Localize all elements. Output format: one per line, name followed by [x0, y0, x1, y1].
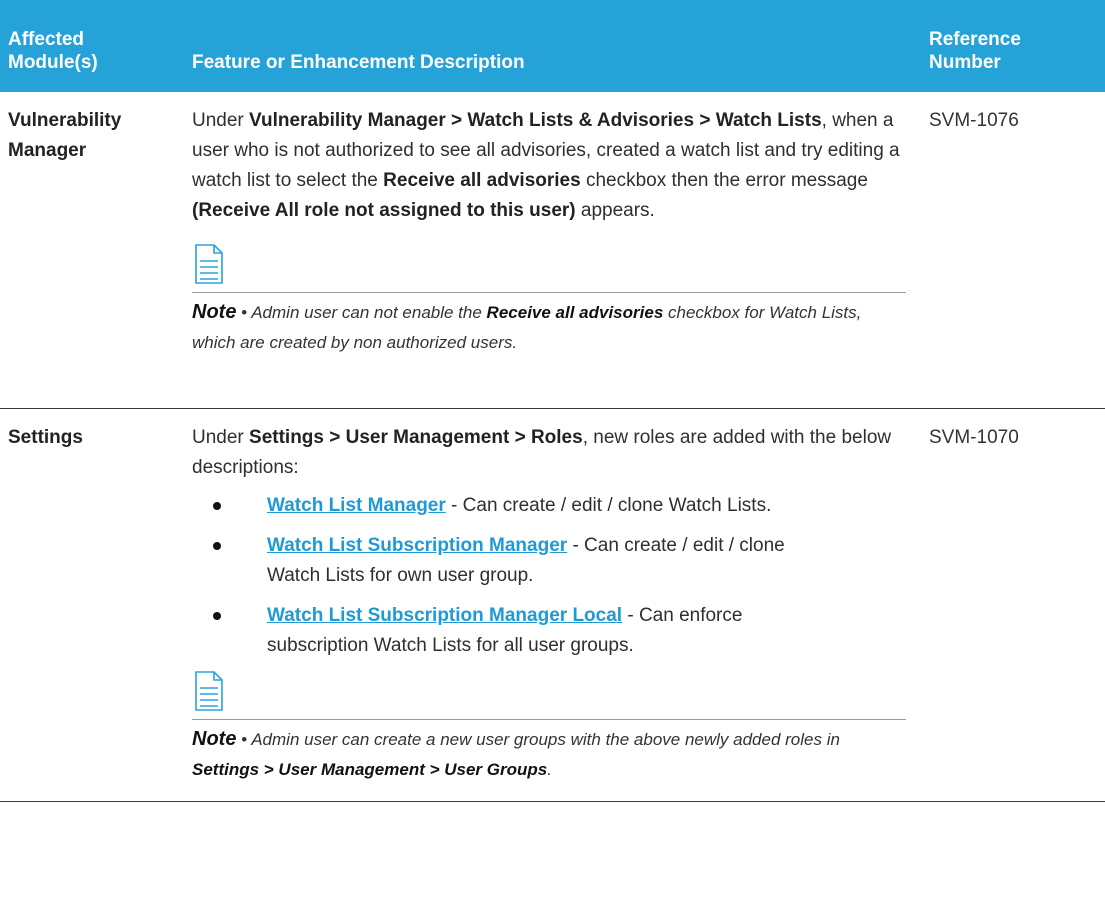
description-cell: Under Settings > User Management > Roles… [135, 409, 921, 802]
reference-cell: SVM-1076 [929, 110, 1019, 131]
note-emphasis: Settings > User Management > User Groups [192, 760, 548, 779]
error-message: (Receive All role not assigned to this u… [192, 200, 576, 221]
role-link-watch-list-subscription-manager-local[interactable]: Watch List Subscription Manager Local [267, 605, 622, 626]
module-name-line1: Vulnerability [8, 110, 122, 131]
role-description: - Can create / edit / clone Watch Lists. [445, 495, 772, 516]
note-divider [192, 719, 906, 720]
desc-text: appears. [575, 200, 655, 221]
note-text: Note • Admin user can not enable the Rec… [192, 297, 906, 358]
note-part: • Admin user can create a new user group… [236, 730, 840, 749]
header-reference-number: Reference Number [921, 0, 1105, 92]
checkbox-name: Receive all advisories [383, 170, 581, 191]
header-description: Feature or Enhancement Description [192, 52, 525, 73]
header-reference-line2: Number [929, 52, 1001, 73]
description-paragraph: Under Settings > User Management > Roles… [192, 423, 911, 483]
description-paragraph: Under Vulnerability Manager > Watch List… [192, 106, 911, 226]
bullet-icon [213, 612, 221, 620]
desc-text: Under [192, 110, 250, 131]
note-label: Note [192, 728, 237, 750]
role-link-watch-list-subscription-manager[interactable]: Watch List Subscription Manager [267, 535, 567, 556]
header-row: Affected Module(s) Feature or Enhancemen… [0, 0, 1105, 92]
note-emphasis: Receive all advisories [486, 303, 664, 322]
desc-text: Under [192, 427, 250, 448]
header-affected-line1: Affected [8, 29, 85, 50]
desc-text: checkbox then the error message [580, 170, 868, 191]
header-reference-line1: Reference [929, 29, 1021, 50]
menu-path: Settings > User Management > Roles [249, 427, 583, 448]
note-document-icon [195, 244, 223, 284]
role-link-watch-list-manager[interactable]: Watch List Manager [267, 495, 446, 516]
table-row: Vulnerability Manager Under Vulnerabilit… [0, 92, 1105, 409]
roles-list: Watch List Manager - Can create / edit /… [192, 491, 911, 661]
table-row: Settings Under Settings > User Managemen… [0, 409, 1105, 802]
reference-cell: SVM-1070 [929, 427, 1019, 448]
bullet-icon [213, 502, 221, 510]
note-block: Note • Admin user can create a new user … [192, 671, 906, 785]
table-header: Affected Module(s) Feature or Enhancemen… [0, 0, 1105, 92]
list-item: Watch List Subscription Manager - Can cr… [192, 531, 827, 591]
description-cell: Under Vulnerability Manager > Watch List… [135, 92, 921, 409]
module-cell: Settings [8, 427, 83, 448]
features-table: Affected Module(s) Feature or Enhancemen… [0, 0, 1105, 802]
header-affected-line2: Module(s) [8, 52, 98, 73]
note-document-icon [195, 671, 223, 711]
list-item: Watch List Subscription Manager Local - … [192, 601, 827, 661]
note-divider [192, 292, 906, 293]
note-part: • Admin user can not enable the [236, 303, 487, 322]
note-block: Note • Admin user can not enable the Rec… [192, 244, 906, 358]
release-notes-document: Affected Module(s) Feature or Enhancemen… [0, 0, 1105, 802]
note-part: . [547, 760, 552, 779]
note-text: Note • Admin user can create a new user … [192, 724, 906, 785]
menu-path: Vulnerability Manager > Watch Lists & Ad… [249, 110, 822, 131]
module-name-line2: Manager [8, 140, 87, 161]
note-label: Note [192, 301, 237, 323]
module-cell: Vulnerability Manager [0, 92, 135, 409]
bullet-icon [213, 542, 221, 550]
header-affected-modules: Affected Module(s) [0, 0, 135, 92]
list-item: Watch List Manager - Can create / edit /… [192, 491, 827, 521]
